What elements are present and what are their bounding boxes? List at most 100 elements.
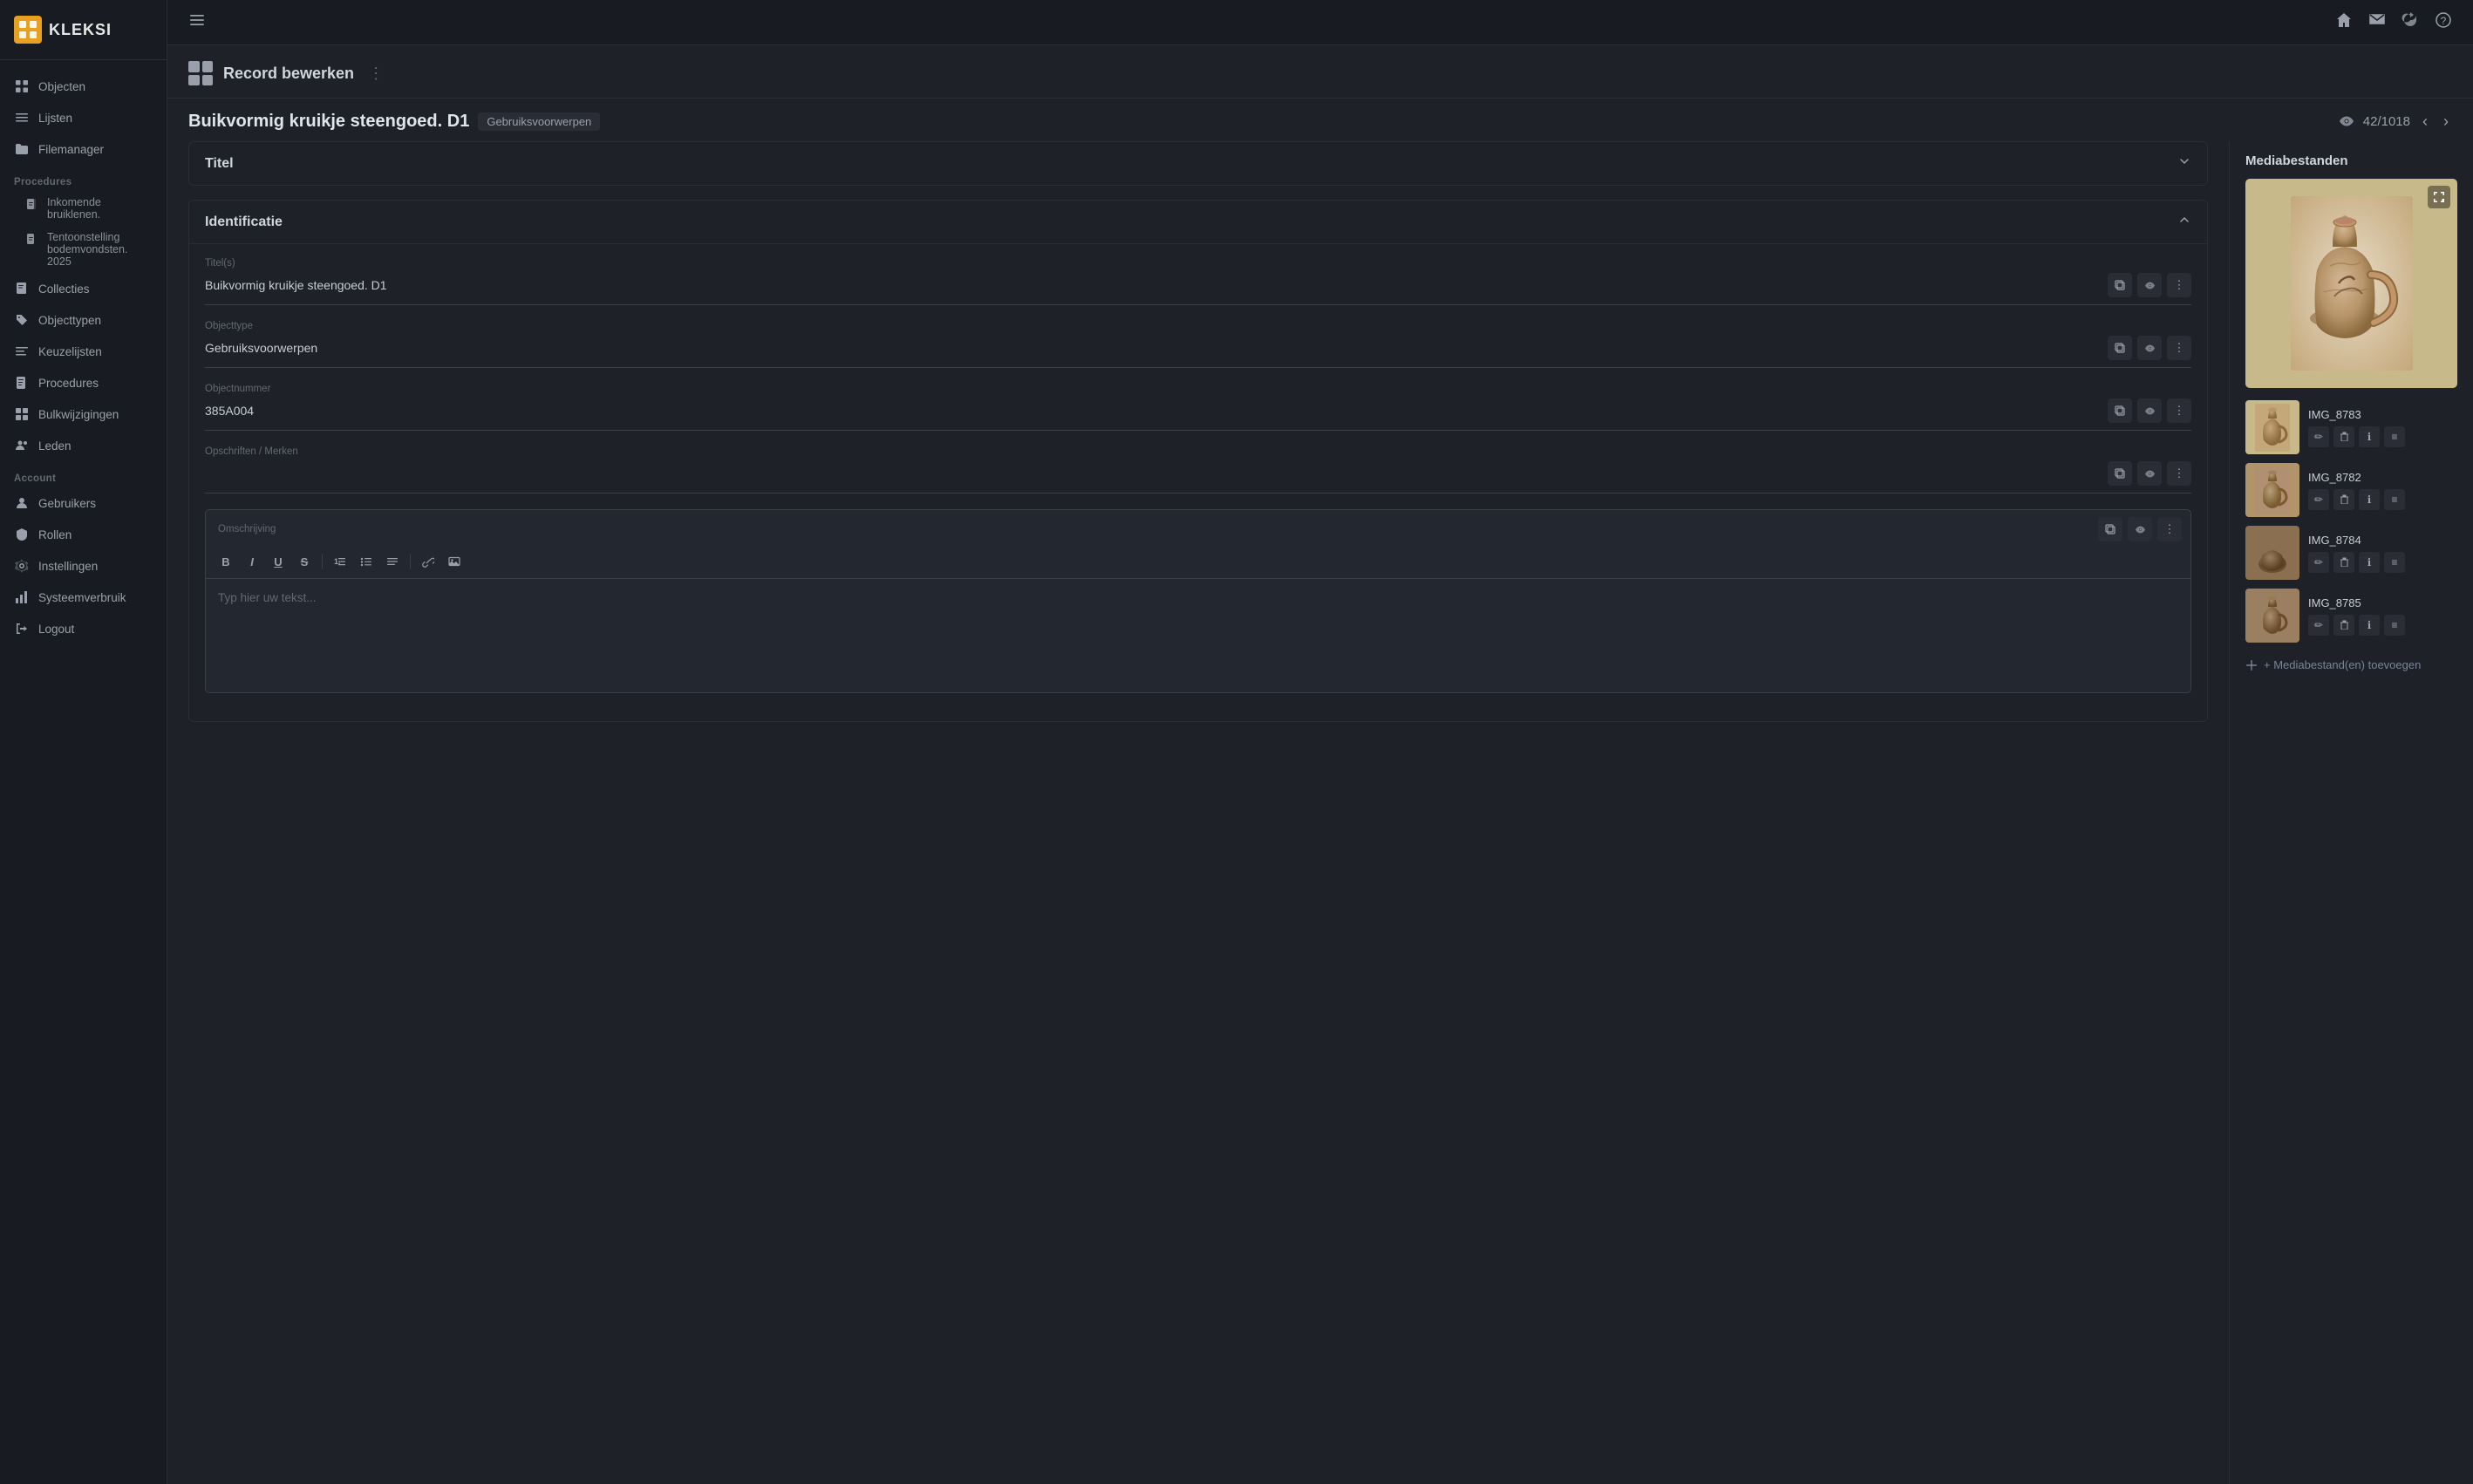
thumb-edit-btn-1[interactable]: ✏ xyxy=(2308,489,2329,510)
field-more-btn-objectnummer[interactable]: ⋮ xyxy=(2167,398,2191,423)
sidebar-item-instellingen[interactable]: Instellingen xyxy=(0,550,167,582)
field-eye-btn-objectnummer[interactable] xyxy=(2137,398,2162,423)
toolbar-unordered-list-btn[interactable] xyxy=(355,550,378,573)
thumb-edit-btn-3[interactable]: ✏ xyxy=(2308,615,2329,636)
sidebar-label-rollen: Rollen xyxy=(38,528,72,541)
media-thumb-info-2: IMG_8784 ✏ ℹ ≡ xyxy=(2308,534,2457,573)
thumb-reorder-btn-2[interactable]: ≡ xyxy=(2384,552,2405,573)
page-title: Record bewerken xyxy=(223,65,354,83)
sidebar-label-gebruikers: Gebruikers xyxy=(38,497,96,510)
topbar: ? xyxy=(167,0,2473,45)
thumb-delete-btn-1[interactable] xyxy=(2333,489,2354,510)
sidebar-subitem-tentoonstelling[interactable]: Tentoonstelling bodemvondsten. 2025 xyxy=(0,226,167,273)
field-copy-btn-objectnummer[interactable] xyxy=(2108,398,2132,423)
toolbar-italic-btn[interactable]: I xyxy=(241,550,263,573)
richtext-eye-btn[interactable] xyxy=(2128,517,2152,541)
procedure-icon xyxy=(14,375,30,391)
page-header-menu[interactable]: ⋮ xyxy=(368,65,384,83)
sidebar-item-logout[interactable]: Logout xyxy=(0,613,167,644)
sidebar-item-objecttypen[interactable]: Objecttypen xyxy=(0,304,167,336)
chevron-up-icon xyxy=(2177,213,2191,231)
field-copy-btn-objecttype[interactable] xyxy=(2108,336,2132,360)
toolbar-image-btn[interactable] xyxy=(443,550,466,573)
thumb-delete-btn-0[interactable] xyxy=(2333,426,2354,447)
sidebar-item-keuzelijsten[interactable]: Keuzelijsten xyxy=(0,336,167,367)
refresh-icon[interactable] xyxy=(2401,11,2419,33)
media-thumb-img8785[interactable] xyxy=(2245,589,2299,643)
topbar-right: ? xyxy=(2335,11,2452,33)
field-label-objecttype: Objecttype xyxy=(205,321,2191,331)
sidebar-item-procedures[interactable]: Procedures xyxy=(0,367,167,398)
sidebar-item-rollen[interactable]: Rollen xyxy=(0,519,167,550)
toolbar-link-btn[interactable] xyxy=(417,550,439,573)
section-identificatie-header[interactable]: Identificatie xyxy=(189,201,2207,243)
sidebar-label-systeemverbruik: Systeemverbruik xyxy=(38,591,126,604)
field-more-btn-objecttype[interactable]: ⋮ xyxy=(2167,336,2191,360)
thumb-reorder-btn-1[interactable]: ≡ xyxy=(2384,489,2405,510)
home-icon[interactable] xyxy=(2335,11,2353,33)
sidebar-label-lijsten: Lijsten xyxy=(38,112,72,125)
thumb-reorder-btn-3[interactable]: ≡ xyxy=(2384,615,2405,636)
users-icon xyxy=(14,438,30,453)
media-expand-button[interactable] xyxy=(2428,186,2450,208)
section-titel: Titel xyxy=(188,141,2208,186)
media-thumb-img8783[interactable] xyxy=(2245,400,2299,454)
toolbar-strike-btn[interactable]: S xyxy=(293,550,316,573)
media-thumb-img8782[interactable] xyxy=(2245,463,2299,517)
field-objecttype: Objecttype Gebruiksvoorwerpen ⋮ xyxy=(205,321,2191,368)
thumb-actions-2: ✏ ℹ ≡ xyxy=(2308,552,2457,573)
thumb-delete-btn-2[interactable] xyxy=(2333,552,2354,573)
thumb-delete-btn-3[interactable] xyxy=(2333,615,2354,636)
field-copy-btn-titels[interactable] xyxy=(2108,273,2132,297)
sidebar-item-collecties[interactable]: Collecties xyxy=(0,273,167,304)
sidebar: KLEKSI Objecten Lij xyxy=(0,0,167,1484)
sidebar-label-procedures: Procedures xyxy=(38,377,99,390)
field-eye-btn-opschriften[interactable] xyxy=(2137,461,2162,486)
thumb-reorder-btn-0[interactable]: ≡ xyxy=(2384,426,2405,447)
toolbar-ordered-list-btn[interactable]: 1. xyxy=(329,550,351,573)
next-record-button[interactable]: › xyxy=(2440,111,2452,133)
app-logo[interactable]: KLEKSI xyxy=(0,0,167,60)
thumb-info-btn-1[interactable]: ℹ xyxy=(2359,489,2380,510)
richtext-more-btn[interactable]: ⋮ xyxy=(2157,517,2182,541)
field-eye-btn-titels[interactable] xyxy=(2137,273,2162,297)
add-media-button[interactable]: + Mediabestand(en) toevoegen xyxy=(2245,651,2457,678)
menu-icon[interactable] xyxy=(188,11,206,33)
sidebar-item-lijsten[interactable]: Lijsten xyxy=(0,102,167,133)
toolbar-align-btn[interactable] xyxy=(381,550,404,573)
sidebar-item-leden[interactable]: Leden xyxy=(0,430,167,461)
field-more-btn-titels[interactable]: ⋮ xyxy=(2167,273,2191,297)
toolbar-bold-btn[interactable]: B xyxy=(215,550,237,573)
media-thumb-row-3: IMG_8785 ✏ ℹ ≡ xyxy=(2245,589,2457,643)
thumb-info-btn-2[interactable]: ℹ xyxy=(2359,552,2380,573)
media-thumb-img8784[interactable] xyxy=(2245,526,2299,580)
media-main-image[interactable] xyxy=(2245,179,2457,388)
prev-record-button[interactable]: ‹ xyxy=(2419,111,2431,133)
record-type-badge: Gebruiksvoorwerpen xyxy=(478,112,600,131)
field-more-btn-opschriften[interactable]: ⋮ xyxy=(2167,461,2191,486)
sidebar-item-bulkwijzigingen[interactable]: Bulkwijzigingen xyxy=(0,398,167,430)
field-label-objectnummer: Objectnummer xyxy=(205,384,2191,394)
sidebar-subitem-inkomende[interactable]: Inkomende bruiklenen. xyxy=(0,191,167,226)
thumb-info-btn-3[interactable]: ℹ xyxy=(2359,615,2380,636)
message-icon[interactable] xyxy=(2368,11,2386,33)
field-titels: Titel(s) Buikvormig kruikje steengoed. D… xyxy=(205,258,2191,305)
help-icon[interactable]: ? xyxy=(2435,11,2452,33)
toolbar-divider-2 xyxy=(410,554,411,569)
toolbar-underline-btn[interactable]: U xyxy=(267,550,290,573)
tag-icon xyxy=(14,312,30,328)
two-col-layout: Titel Identificatie xyxy=(167,141,2473,1484)
field-eye-btn-objecttype[interactable] xyxy=(2137,336,2162,360)
thumb-edit-btn-0[interactable]: ✏ xyxy=(2308,426,2329,447)
sidebar-item-gebruikers[interactable]: Gebruikers xyxy=(0,487,167,519)
thumb-edit-btn-2[interactable]: ✏ xyxy=(2308,552,2329,573)
richtext-copy-btn[interactable] xyxy=(2098,517,2122,541)
thumb-info-btn-0[interactable]: ℹ xyxy=(2359,426,2380,447)
sidebar-item-objecten[interactable]: Objecten xyxy=(0,71,167,102)
richtext-body[interactable]: Typ hier uw tekst... xyxy=(206,579,2190,692)
section-titel-header[interactable]: Titel xyxy=(189,142,2207,185)
sidebar-item-filemanager[interactable]: Filemanager xyxy=(0,133,167,165)
field-copy-btn-opschriften[interactable] xyxy=(2108,461,2132,486)
sidebar-item-systeemverbruik[interactable]: Systeemverbruik xyxy=(0,582,167,613)
eye-icon xyxy=(2339,113,2354,129)
